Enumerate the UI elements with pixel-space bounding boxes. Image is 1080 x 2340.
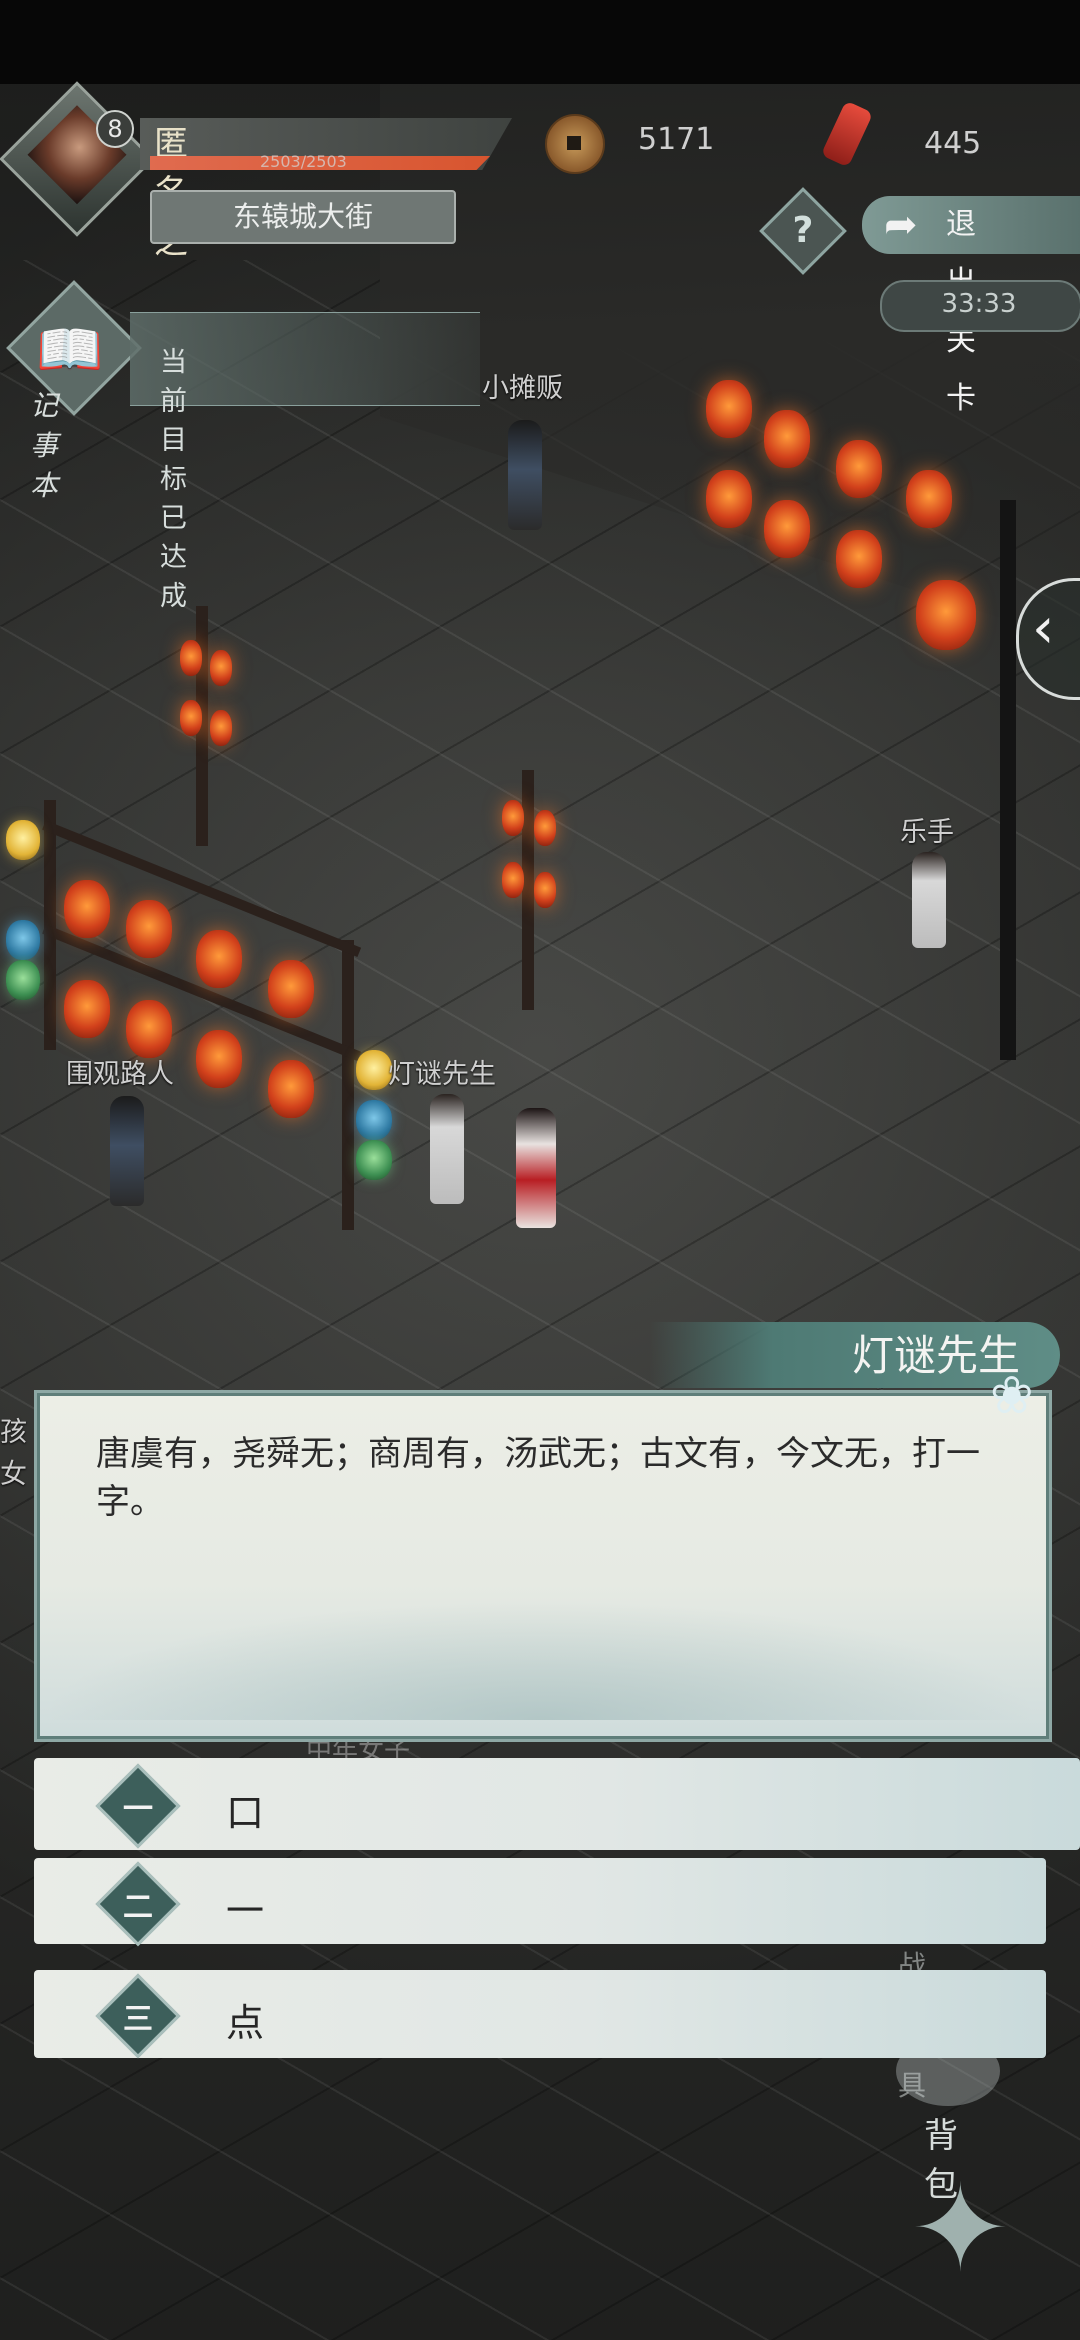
lantern-icon: [6, 920, 40, 960]
token-count: 445: [924, 126, 982, 161]
street-lamp-pole: [1000, 500, 1016, 1060]
npc-label-musician: 乐手: [900, 817, 954, 848]
player-character: [516, 1108, 556, 1228]
lantern-icon: [356, 1050, 392, 1090]
musician-npc[interactable]: [912, 852, 946, 948]
lantern-icon: [64, 980, 110, 1038]
lantern-icon: [196, 930, 242, 988]
dialog-ink-landscape: [40, 1600, 1040, 1720]
lantern-icon: [268, 960, 314, 1018]
location-plate: 东辕城大街: [150, 190, 456, 244]
coin-count: 5171: [638, 122, 715, 157]
game-screen: 小摊贩 乐手 围观路人 灯谜先生 孩 女 中年女子 8 匿名之 2503/250…: [0, 0, 1080, 2340]
answer-option-3[interactable]: [34, 1970, 1046, 2058]
lantern-icon: [706, 470, 752, 528]
lantern-icon: [502, 800, 524, 836]
lantern-icon: [180, 640, 202, 676]
level-badge: 8: [96, 110, 134, 148]
answer-option-1[interactable]: [34, 1758, 1080, 1850]
npc-label-onlooker: 围观路人: [66, 1059, 174, 1090]
lantern-icon: [706, 380, 752, 438]
npc-label-child-fragment: 孩: [0, 1417, 27, 1448]
lantern-icon: [210, 710, 232, 746]
lantern-icon: [836, 440, 882, 498]
answer-option-2[interactable]: [34, 1858, 1046, 1944]
option-number: 二: [123, 1890, 153, 1925]
dialog-text: 唐虞有，尧舜无；商周有，汤武无；古文有，今文无，打一字。: [96, 1434, 980, 1522]
lantern-icon: [836, 530, 882, 588]
vendor-npc[interactable]: [508, 420, 542, 530]
lantern-icon: [126, 1000, 172, 1058]
lantern-icon: [126, 900, 172, 958]
onlooker-npc[interactable]: [110, 1096, 144, 1206]
lantern-icon: [356, 1100, 392, 1140]
chevron-left-icon: ‹: [1032, 596, 1055, 661]
lantern-icon: [6, 820, 40, 860]
lantern-icon: [534, 810, 556, 846]
option-text: 口: [226, 1791, 265, 1835]
lantern-icon: [196, 1030, 242, 1088]
lantern-icon: [180, 700, 202, 736]
timer-text: 33:33: [941, 289, 1017, 319]
question-icon[interactable]: ?: [772, 200, 834, 262]
option-text: 点: [226, 2001, 265, 2045]
lantern-icon: [916, 580, 976, 650]
npc-label-riddle-master: 灯谜先生: [388, 1059, 496, 1090]
npc-label-woman-fragment: 女: [0, 1459, 27, 1490]
lantern-pole: [522, 770, 534, 1010]
lantern-icon: [268, 1060, 314, 1118]
lotus-icon: ❀: [990, 1366, 1034, 1426]
lantern-icon: [356, 1140, 392, 1180]
lantern-pole: [342, 940, 354, 1230]
speaker-name: 灯谜先生: [851, 1331, 1020, 1380]
status-bar: [0, 0, 1080, 84]
riddle-master-npc[interactable]: [430, 1094, 464, 1204]
lantern-icon: [64, 880, 110, 938]
npc-label-vendor: 小摊贩: [482, 373, 563, 404]
lantern-icon: [502, 862, 524, 898]
option-text: 一: [226, 1889, 265, 1933]
lantern-icon: [906, 470, 952, 528]
lantern-icon: [764, 500, 810, 558]
option-number: 三: [123, 2002, 153, 2037]
open-book-icon: 📖: [36, 318, 104, 381]
compass-star-icon[interactable]: ✦: [910, 2170, 1011, 2290]
curved-arrow-icon: ➦: [884, 202, 918, 248]
journal-label: 记事本: [30, 389, 59, 502]
option-number: 一: [123, 1792, 153, 1827]
location-name: 东辕城大街: [232, 200, 373, 233]
lantern-icon: [210, 650, 232, 686]
lantern-icon: [534, 872, 556, 908]
lantern-icon: [6, 960, 40, 1000]
lantern-icon: [764, 410, 810, 468]
objective-text: 当前目标已达成: [160, 347, 187, 612]
hp-text: 2503/2503: [260, 152, 347, 171]
copper-coin-icon: [545, 114, 605, 174]
